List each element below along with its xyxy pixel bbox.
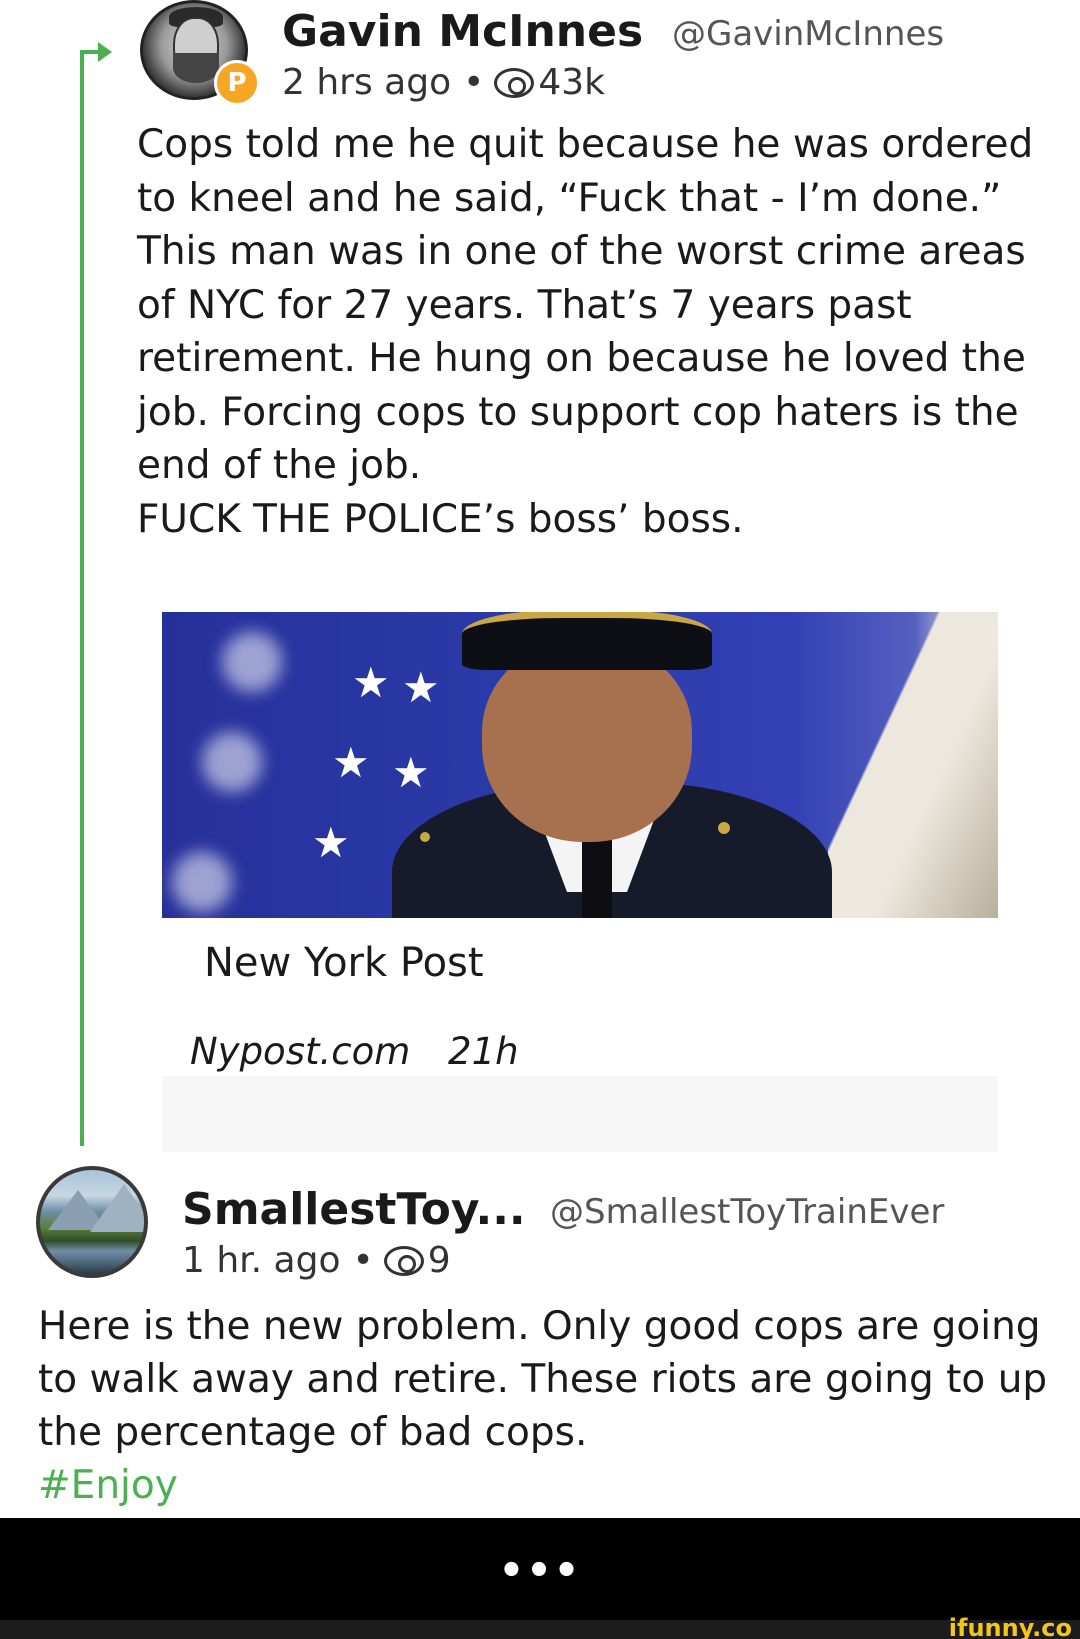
post-time: 2 hrs ago [282,62,452,103]
post-time: 1 hr. ago [182,1240,341,1281]
post-text: Here is the new problem. Only good cops … [38,1300,1068,1512]
officer-face [482,642,692,842]
view-count: 9 [427,1240,451,1281]
avatar-mountain [90,1184,144,1232]
flag-stripe [828,612,998,918]
reply-arrow-head-icon [98,42,112,62]
link-title[interactable]: New York Post [204,940,484,986]
post-body: Here is the new problem. Only good cops … [38,1304,1048,1455]
post-text: Cops told me he quit because he was orde… [137,122,1034,542]
uniform-button [420,832,430,842]
hashtag-link[interactable]: #Enjoy [38,1463,178,1508]
author-name[interactable]: Gavin McInnes [282,6,643,57]
flag-star: ★ [392,748,430,797]
uniform-button [718,822,730,834]
flag-star: ★ [332,738,370,787]
post-meta: 2 hrs ago • 43k [282,62,605,103]
meta-separator: • [352,1240,374,1281]
flag-star: ★ [352,658,390,707]
eye-icon [383,1245,424,1276]
watermark: ifunny.co [948,1614,1072,1639]
bokeh-light [202,732,262,792]
view-count: 43k [538,62,605,103]
watermark-bar [0,1620,1080,1639]
bokeh-light [222,632,282,692]
link-age: 21h [448,1030,519,1073]
reply-arrow-icon [80,50,100,54]
more-options-button[interactable]: ••• [0,1548,1080,1594]
link-preview-image[interactable]: ★ ★ ★ ★ ★ [162,612,998,918]
link-preview-footer [162,1076,998,1152]
author-name[interactable]: SmallestToy... [182,1184,526,1235]
meta-separator: • [463,62,485,103]
bokeh-light [172,852,232,912]
eye-icon [494,67,535,98]
avatar[interactable] [36,1166,148,1278]
thread-line [80,52,84,1146]
post-meta: 1 hr. ago • 9 [182,1240,451,1281]
link-source[interactable]: Nypost.com 21h [190,1030,519,1073]
tie [582,832,612,918]
avatar-beard [173,53,219,83]
author-handle[interactable]: @SmallestToyTrainEver [550,1192,944,1232]
flag-star: ★ [312,818,350,867]
link-domain: Nypost.com [190,1030,411,1073]
verified-badge-icon: P [214,60,260,106]
officer-cap [462,612,712,670]
flag-star: ★ [402,663,440,712]
author-handle[interactable]: @GavinMcInnes [672,14,944,54]
